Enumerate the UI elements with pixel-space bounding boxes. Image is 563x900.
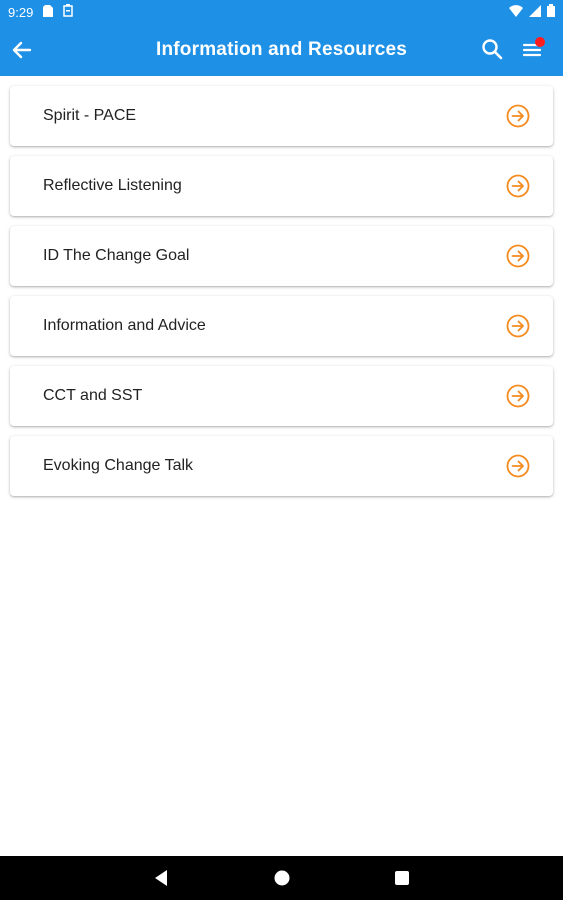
list-item[interactable]: Information and Advice bbox=[10, 296, 553, 356]
wifi-icon bbox=[509, 4, 523, 20]
arrow-right-circle-icon[interactable] bbox=[505, 313, 531, 339]
nav-recents-icon bbox=[395, 871, 409, 885]
list-item-label: ID The Change Goal bbox=[43, 247, 190, 264]
notification-badge bbox=[535, 37, 545, 47]
list-item[interactable]: Reflective Listening bbox=[10, 156, 553, 216]
battery-icon bbox=[547, 4, 555, 20]
arrow-right-circle-icon[interactable] bbox=[505, 243, 531, 269]
menu-button[interactable] bbox=[518, 35, 546, 63]
app-bar: Information and Resources bbox=[0, 24, 563, 76]
list-item-label: CCT and SST bbox=[43, 387, 143, 404]
list-item[interactable]: ID The Change Goal bbox=[10, 226, 553, 286]
arrow-right-circle-icon[interactable] bbox=[505, 383, 531, 409]
arrow-right-circle-icon[interactable] bbox=[505, 173, 531, 199]
status-bar: 9:29 bbox=[0, 0, 563, 24]
search-button[interactable] bbox=[478, 35, 506, 63]
signal-icon bbox=[529, 4, 541, 20]
nav-home-icon bbox=[274, 870, 290, 886]
list-item-label: Evoking Change Talk bbox=[43, 457, 194, 474]
nav-recents-button[interactable] bbox=[391, 867, 413, 889]
resource-list: Spirit - PACE Reflective Listening ID Th… bbox=[10, 86, 553, 506]
battery-saver-icon bbox=[63, 4, 74, 20]
list-item[interactable]: CCT and SST bbox=[10, 366, 553, 426]
nav-home-button[interactable] bbox=[271, 867, 293, 889]
arrow-right-circle-icon[interactable] bbox=[505, 453, 531, 479]
status-time: 9:29 bbox=[8, 4, 34, 20]
list-item-label: Information and Advice bbox=[43, 317, 206, 334]
nav-back-button[interactable] bbox=[150, 867, 172, 889]
arrow-right-circle-icon[interactable] bbox=[505, 103, 531, 129]
list-item[interactable]: Spirit - PACE bbox=[10, 86, 553, 146]
nav-back-icon bbox=[155, 870, 167, 886]
search-icon bbox=[482, 39, 503, 60]
list-item[interactable]: Evoking Change Talk bbox=[10, 436, 553, 496]
list-item-label: Reflective Listening bbox=[43, 177, 182, 194]
system-nav-bar bbox=[0, 856, 563, 900]
sim-card-icon bbox=[43, 4, 54, 20]
list-item-label: Spirit - PACE bbox=[43, 107, 137, 124]
